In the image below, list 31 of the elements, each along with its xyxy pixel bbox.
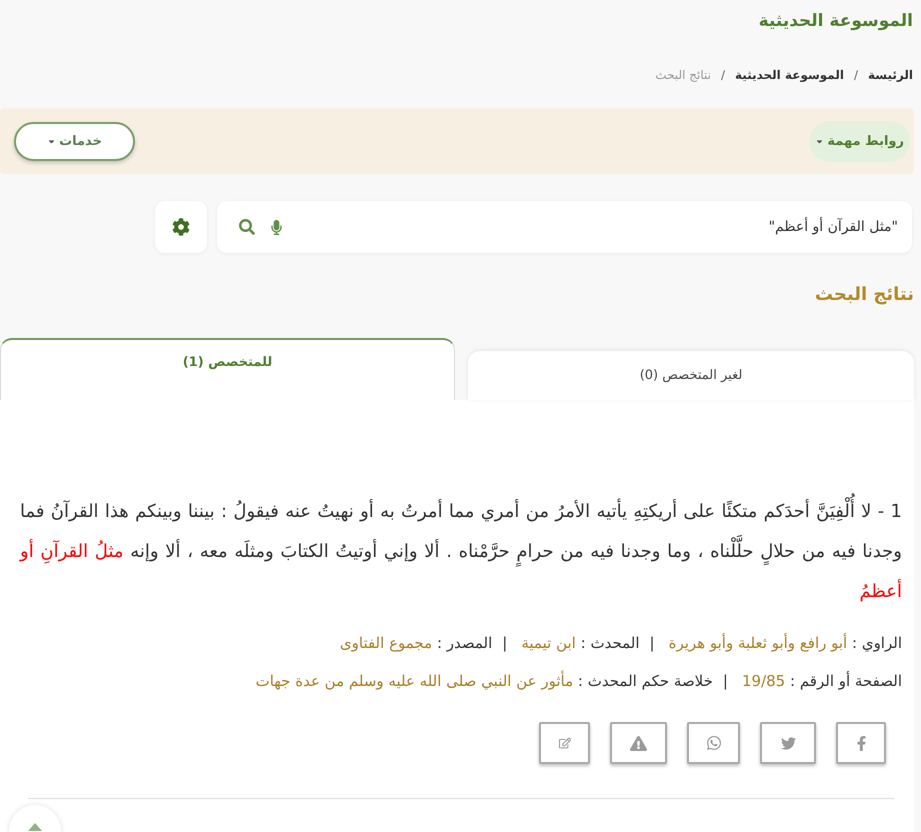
hadith-text: 1 - لا أُلْفِيَنَّ أحدَكم متكئًا على أريكتِهِ يأتيه الأمرُ من أمري مما أمرتُ به أو نهيتُ عنه فيقولُ : بيننا وبينكم هذا القرآنُ فما وجدنا فيه من حلالٍ حلَّلْناه ، وما وجدنا فيه من حرامٍ حرَّمْناه . ألا وإني أوتيتُ الكتابَ ومثلَه معه ، ألا وإنه مثلُ القرآنِ أو أعظمُ <box>20 492 902 612</box>
hadith-detail: | المحدث : ابن تيمية <box>521 633 655 654</box>
breadcrumb-separator: / <box>720 67 726 83</box>
warning-icon <box>630 734 647 752</box>
hadith-detail: الراوي : أبو رافع وأبو ثعلبة وأبو هريرة <box>668 632 902 654</box>
facebook-share-button[interactable] <box>836 722 886 764</box>
edit-icon <box>558 737 570 749</box>
breadcrumb-link[interactable]: الرئيسة <box>868 67 913 83</box>
breadcrumb-link[interactable]: الموسوعة الحديثية <box>735 67 844 83</box>
results-tab[interactable]: للمتخصص (1) <box>0 338 455 400</box>
settings-icon <box>172 218 190 236</box>
site-title: الموسوعة الحديثية <box>758 10 913 33</box>
search-icon[interactable] <box>239 219 255 235</box>
whatsapp-icon <box>706 735 722 751</box>
hadith-detail: | المصدر : مجموع الفتاوى <box>340 633 508 654</box>
settings-button[interactable] <box>155 201 207 253</box>
twitter-icon <box>780 736 796 750</box>
report-button[interactable] <box>610 722 667 764</box>
important-links-button[interactable]: روابط مهمة <box>809 120 910 162</box>
search-field[interactable]: "مثل القرآن أو أعظم" <box>217 201 912 253</box>
hadith-detail: | خلاصة حكم المحدث : مأثور عن النبي صلى الله عليه وسلم من عدة جهات <box>256 670 728 692</box>
breadcrumb-separator: / <box>854 67 858 83</box>
results-tab[interactable]: لغير المتخصص (0) <box>468 351 914 400</box>
results-heading: نتائج البحث <box>814 283 914 307</box>
edit-button[interactable] <box>539 722 590 764</box>
whatsapp-share-button[interactable] <box>687 722 740 764</box>
breadcrumb-current: نتائج البحث <box>655 67 711 83</box>
caret-icon <box>28 823 42 831</box>
microphone-icon[interactable] <box>269 220 284 234</box>
services-button[interactable]: خدمات <box>14 122 135 160</box>
twitter-share-button[interactable] <box>760 722 816 764</box>
